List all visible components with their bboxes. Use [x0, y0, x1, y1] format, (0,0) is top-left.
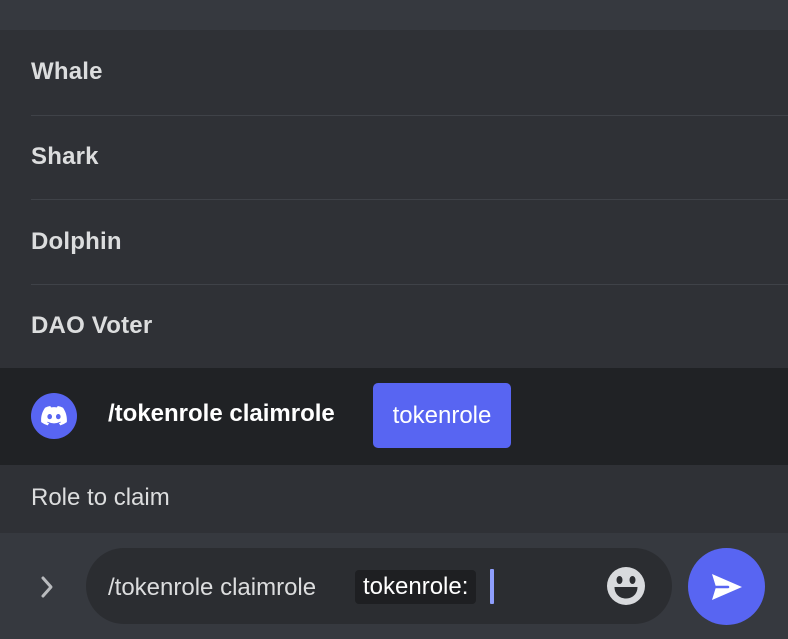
role-option-shark[interactable]: Shark [31, 114, 788, 200]
role-option-label: Dolphin [31, 227, 122, 255]
role-option-label: DAO Voter [31, 312, 153, 340]
chevron-right-icon[interactable] [34, 572, 60, 602]
smile-icon[interactable] [605, 565, 647, 607]
input-command-text: /tokenrole claimrole [108, 574, 317, 601]
role-option-dao-voter[interactable]: DAO Voter [31, 283, 788, 369]
role-option-whale[interactable]: Whale [31, 30, 788, 115]
discord-logo-icon [31, 393, 77, 439]
parameter-chip[interactable]: tokenrole [373, 383, 511, 448]
role-option-dolphin[interactable]: Dolphin [31, 199, 788, 284]
send-icon[interactable] [688, 548, 765, 625]
command-name: /tokenrole claimrole [108, 400, 335, 427]
input-option-chip[interactable]: tokenrole: [355, 570, 477, 604]
parameter-description: Role to claim [31, 484, 170, 511]
role-options-list: Whale Shark Dolphin DAO Voter [0, 30, 788, 368]
top-strip [0, 0, 788, 30]
text-caret [490, 569, 494, 604]
role-option-label: Whale [31, 58, 103, 86]
role-option-label: Shark [31, 143, 99, 171]
